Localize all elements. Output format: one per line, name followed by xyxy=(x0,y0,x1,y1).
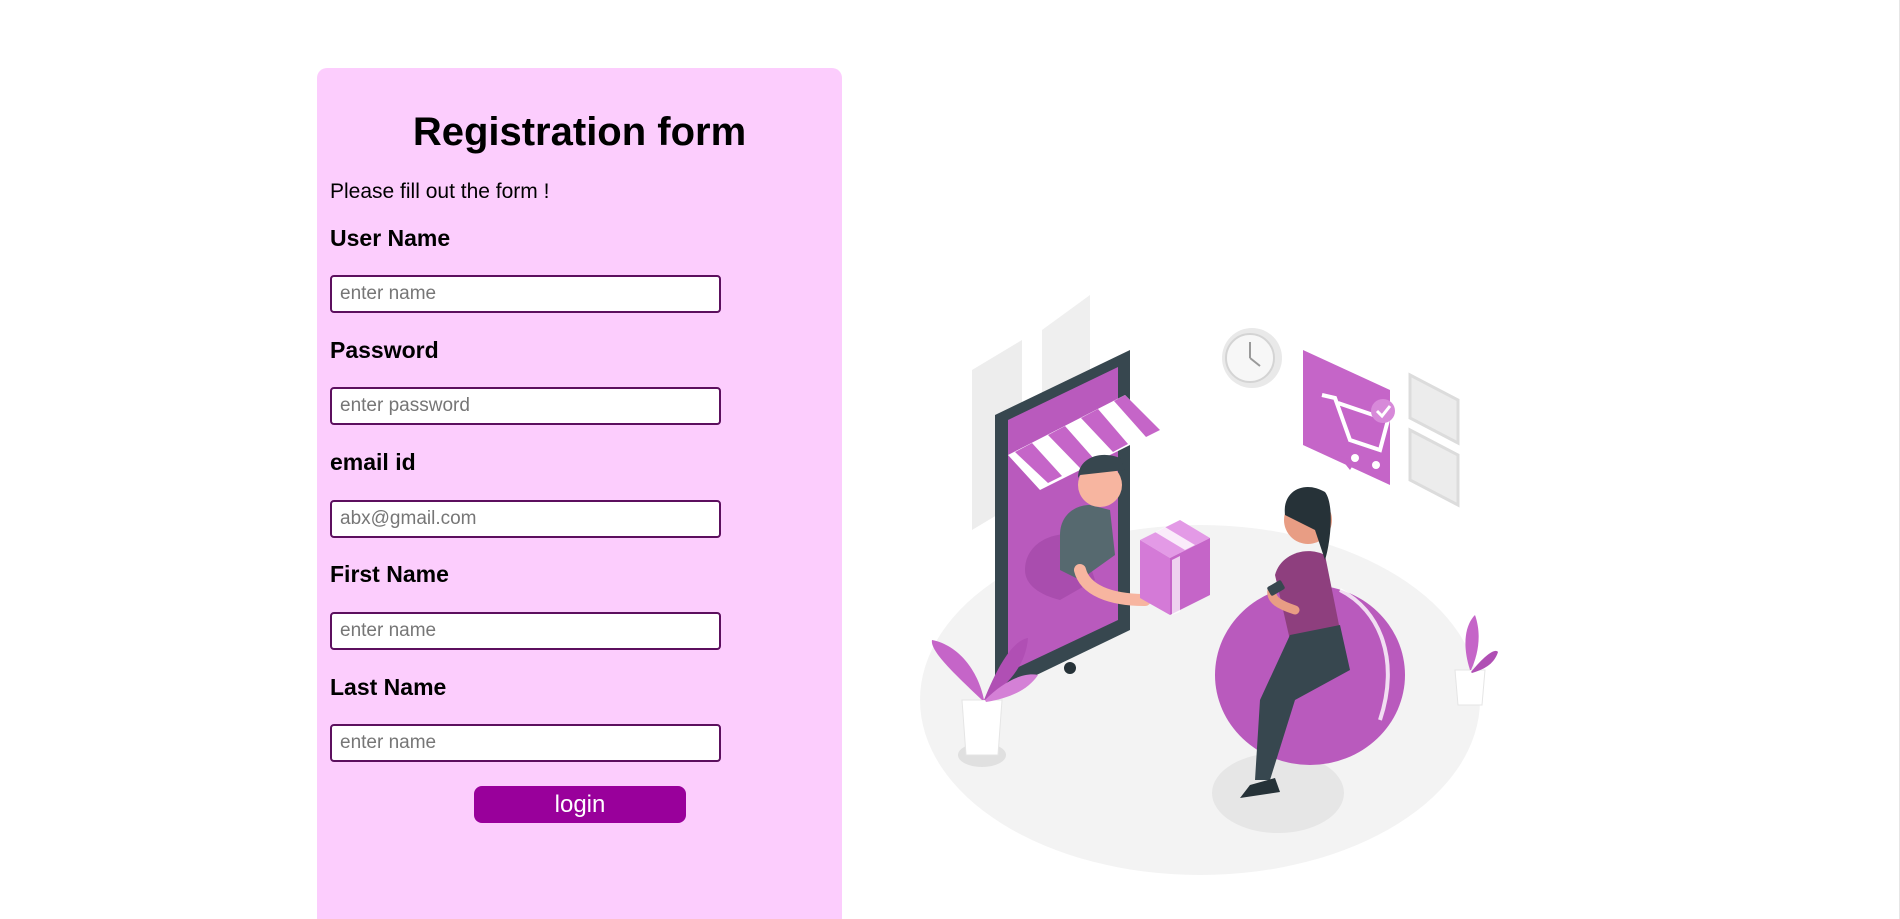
email-label: email id xyxy=(330,449,416,475)
username-input[interactable] xyxy=(330,275,721,313)
form-title: Registration form xyxy=(412,110,747,154)
seat-shadow xyxy=(1212,753,1344,833)
plant-pot xyxy=(1454,669,1486,706)
password-input[interactable] xyxy=(330,387,721,425)
username-label: User Name xyxy=(330,225,451,251)
first-name-label: First Name xyxy=(330,561,449,587)
first-name-input[interactable] xyxy=(330,612,721,650)
form-subtitle: Please fill out the form ! xyxy=(330,180,550,203)
plant-pot xyxy=(961,699,1003,756)
online-shopping-illustration-icon xyxy=(920,295,1498,875)
email-input[interactable] xyxy=(330,500,721,538)
shopping-delivery-illustration xyxy=(910,280,1500,880)
login-button[interactable]: login xyxy=(474,786,686,823)
password-label: Password xyxy=(330,337,439,363)
check-badge xyxy=(1371,399,1395,423)
registration-form: Registration form Please fill out the fo… xyxy=(317,68,842,919)
last-name-label: Last Name xyxy=(330,674,447,700)
picture-frame-icon xyxy=(1408,427,1460,508)
last-name-input[interactable] xyxy=(330,724,721,762)
